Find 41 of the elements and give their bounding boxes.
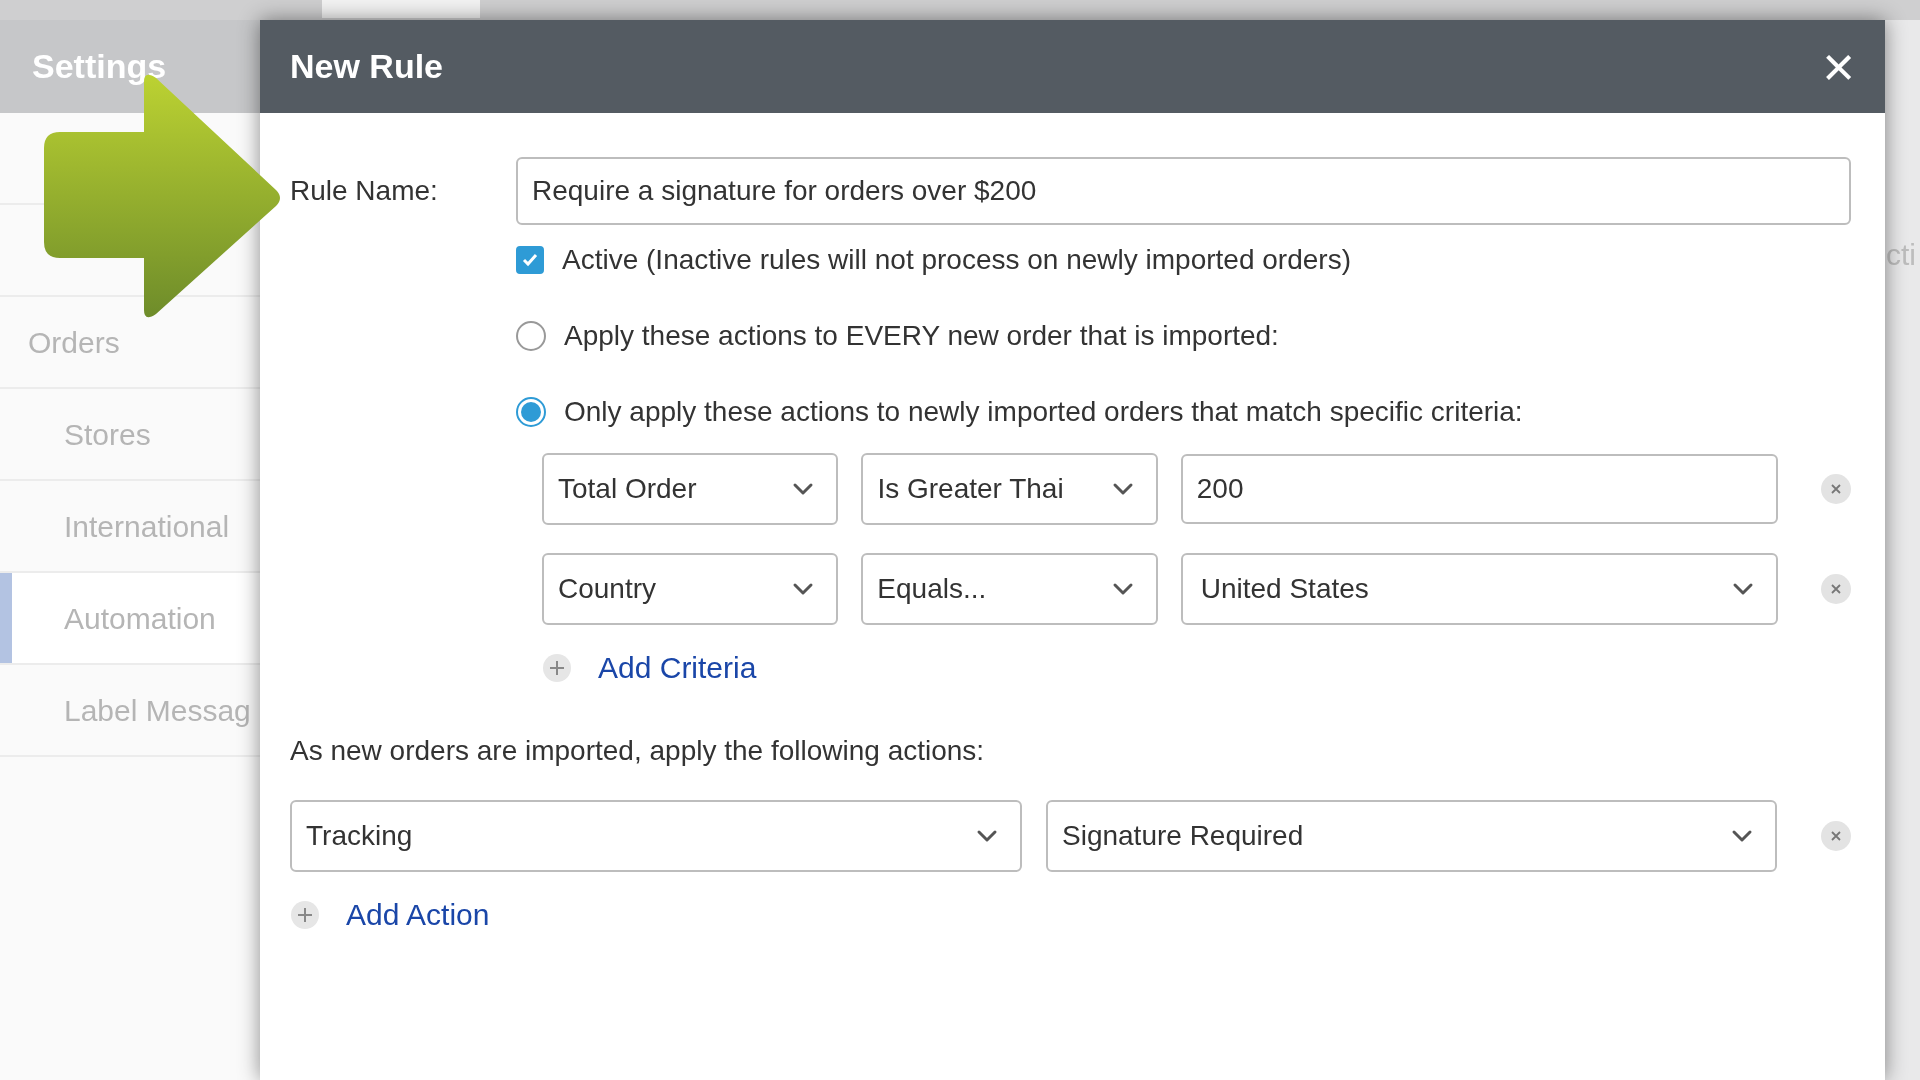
dropdown-value: United States [1200,572,1369,606]
plus-icon [542,652,572,683]
radio-label: Apply these actions to EVERY new order that is imported: [564,319,1279,353]
close-icon [1830,830,1842,842]
dropdown[interactable]: Signature Required [1046,800,1777,872]
dropdown[interactable]: Total Order [542,453,839,525]
remove-button[interactable] [1821,474,1851,504]
dropdown[interactable]: Tracking [290,800,1022,872]
add-criteria-link[interactable]: Add Criteria [598,645,757,690]
add-action-link[interactable]: Add Action [346,892,490,937]
dropdown[interactable]: Country [542,553,839,625]
radio-label: Only apply these actions to newly imported orders that match specific criteria: [564,395,1523,429]
close-icon [1830,583,1842,595]
remove-button[interactable] [1821,574,1851,604]
dropdown[interactable]: Equals... [861,553,1158,625]
checkbox[interactable] [516,246,544,274]
chevron-down-icon [976,829,998,843]
radio-button[interactable] [516,321,546,351]
checkbox-label: Active (Inactive rules will not process on newly imported orders) [562,243,1351,277]
dropdown-value: Country [558,572,657,606]
chevron-down-icon [792,582,815,596]
chevron-down-icon [1111,582,1134,596]
chevron-down-icon [1732,582,1754,596]
chevron-down-icon [1731,829,1753,843]
dropdown-value: Equals... [877,572,987,606]
dropdown-value: Is Greater Thai [877,472,1064,506]
dropdown[interactable]: Is Greater Thai [861,453,1158,525]
dropdown-value: Tracking [306,819,413,853]
plus-icon [290,899,320,930]
chevron-down-icon [1111,482,1134,496]
dropdown[interactable]: United States [1180,553,1778,625]
close-button[interactable]: × [1822,38,1855,95]
dropdown-value: Total Order [558,472,697,506]
chevron-down-icon [792,482,815,496]
radio-button[interactable] [516,397,546,427]
value-field[interactable]: 200 [1180,454,1778,524]
remove-button[interactable] [1821,821,1851,851]
rule-name-field[interactable]: Require a signature for orders over $200 [516,157,1851,225]
dropdown-value: Signature Required [1062,819,1304,853]
close-icon [1830,483,1842,495]
field-label: Rule Name: [290,174,439,208]
